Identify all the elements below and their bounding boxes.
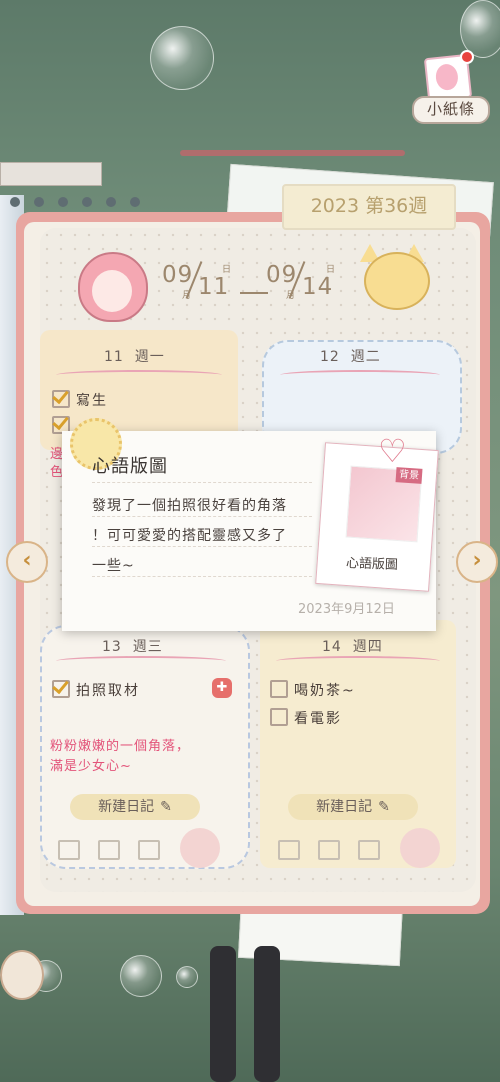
rail-decoration <box>180 150 405 156</box>
popup-rule <box>92 482 312 483</box>
memo-text: 粉粉嫩嫩的一個角落， <box>50 739 191 754</box>
task-label: 寫生 <box>76 393 108 409</box>
popup-rule <box>92 516 312 517</box>
binder-rings <box>10 192 160 207</box>
day-header: 11 週一 <box>104 349 165 365</box>
sticker-slot[interactable] <box>58 840 80 860</box>
previous-week-button[interactable]: ‹ <box>6 541 48 583</box>
date-range-arrow <box>240 292 268 294</box>
popup-rule <box>92 546 312 547</box>
task-label: 喝奶茶~ <box>294 683 356 699</box>
task-checkbox[interactable] <box>270 680 288 698</box>
popup-text-line: 發現了一個拍照很好看的角落 <box>92 498 287 514</box>
gift-icon[interactable]: ✚ <box>212 678 232 698</box>
month-unit: 月 <box>286 291 296 301</box>
popup-date: 2023年9月12日 <box>298 602 395 617</box>
sticker-slot[interactable] <box>98 840 120 860</box>
next-week-button[interactable]: › <box>456 541 498 583</box>
new-diary-button[interactable]: 新建日記 ✎ <box>70 794 200 820</box>
girl-face <box>92 270 132 312</box>
note-button-label: 小紙條 <box>412 96 490 124</box>
heart-icon: ♡ <box>378 432 407 470</box>
task-checkbox[interactable] <box>52 680 70 698</box>
day-header: 14 週四 <box>322 639 383 655</box>
sticker-slot[interactable] <box>278 840 300 860</box>
wave-divider <box>56 656 226 666</box>
notification-dot <box>460 50 474 64</box>
end-month: 09 <box>266 262 298 288</box>
bubble-decoration <box>120 955 162 997</box>
photo-label: 心語版圖 <box>345 556 399 573</box>
task-label: 看電影 <box>294 711 342 727</box>
note-button[interactable]: 小紙條 <box>412 48 492 124</box>
stamp-slot[interactable] <box>180 828 220 868</box>
sticker-slot[interactable] <box>358 840 380 860</box>
paw-icon <box>0 950 44 1000</box>
start-month: 09 <box>162 262 194 288</box>
wave-divider <box>56 370 222 380</box>
memo-text: 滿是少女心~ <box>50 759 132 774</box>
stamp-slot[interactable] <box>400 828 440 868</box>
end-day: 14 <box>302 274 334 300</box>
edit-icon: ✎ <box>160 799 172 815</box>
sticker-slot[interactable] <box>138 840 160 860</box>
character-legs <box>208 946 288 1082</box>
day-header: 13 週三 <box>102 639 163 655</box>
popup-title: 心語版圖 <box>92 456 168 477</box>
start-day: 11 <box>198 274 230 300</box>
week-label: 2023 第36週 <box>282 184 456 230</box>
month-unit: 月 <box>182 291 192 301</box>
bubble-decoration <box>176 966 198 988</box>
task-label: 拍照取材 <box>76 683 140 699</box>
wave-divider <box>280 370 440 380</box>
new-diary-button[interactable]: 新建日記 ✎ <box>288 794 418 820</box>
sticker-slot[interactable] <box>318 840 340 860</box>
popup-text-line: ！可可愛愛的搭配靈感又多了 <box>92 528 287 544</box>
day-header: 12 週二 <box>320 349 381 365</box>
task-checkbox[interactable] <box>270 708 288 726</box>
task-checkbox[interactable] <box>52 390 70 408</box>
edit-icon: ✎ <box>378 799 390 815</box>
cat-character-illustration <box>364 252 430 310</box>
popup-text-line: 一些~ <box>92 558 135 574</box>
bubble-decoration <box>150 26 214 90</box>
popup-rule <box>92 576 312 577</box>
shelf-decoration <box>0 162 102 186</box>
wave-divider <box>276 656 440 666</box>
